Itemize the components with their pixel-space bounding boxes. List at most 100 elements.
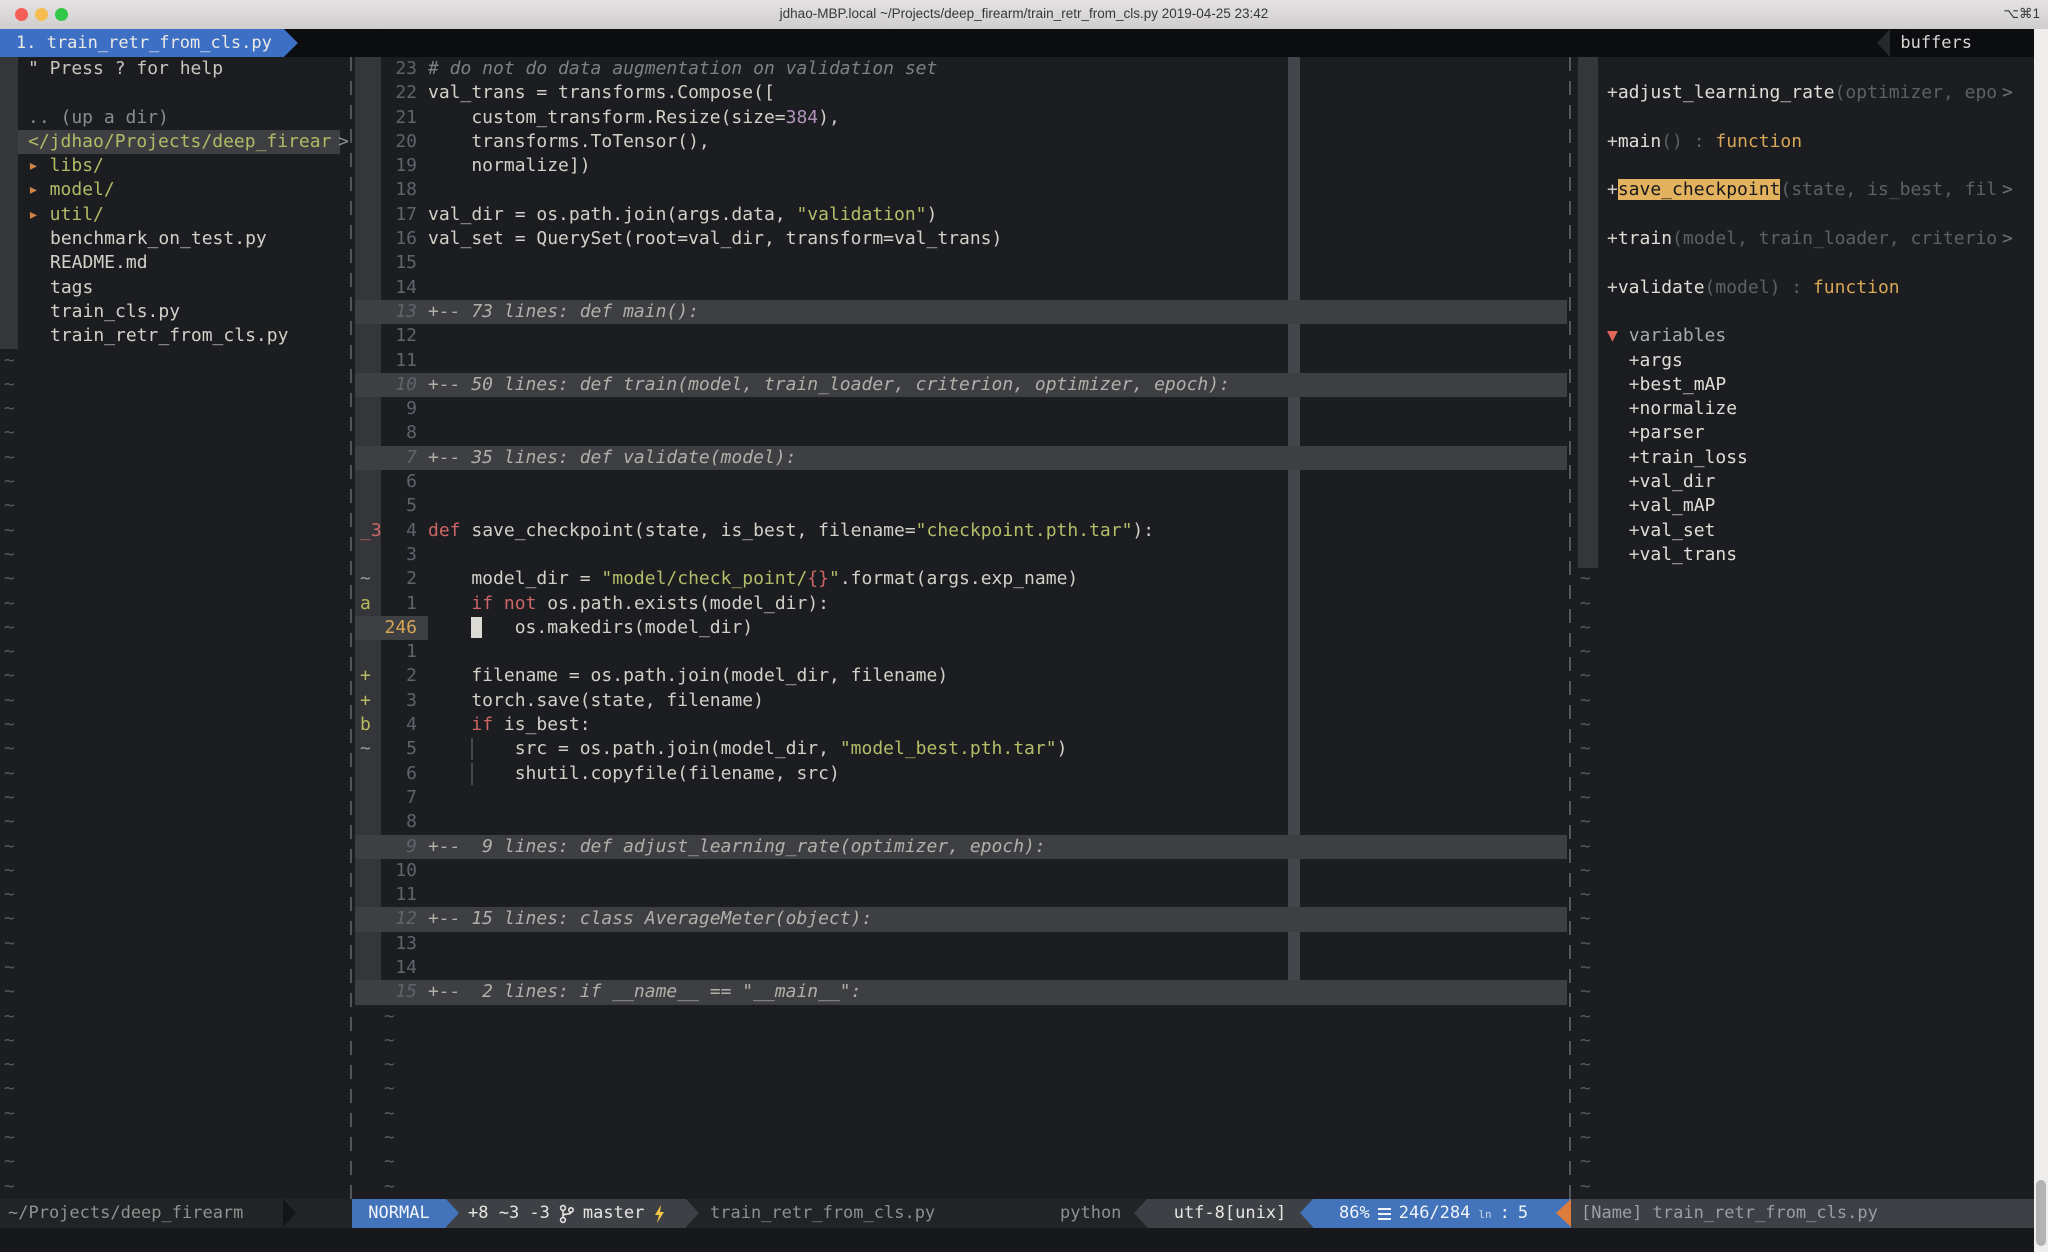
tag-entry[interactable]: +args: [1575, 349, 2034, 373]
statusline-filetype: python: [1060, 1199, 1121, 1228]
tag-entry[interactable]: +train(model, train_loader, criterio>: [1575, 227, 2034, 251]
tree-item-dir[interactable]: ▸ model/: [0, 178, 352, 202]
fold-text[interactable]: +-- 73 lines: def main():: [428, 301, 699, 322]
code-line[interactable]: ~2 model_dir = "model/check_point/{}".fo…: [355, 567, 1567, 591]
fold-line[interactable]: 10+-- 50 lines: def train(model, train_l…: [355, 373, 1567, 397]
gutter-sign: _3: [355, 519, 381, 543]
tree-item-dir[interactable]: ▸ util/: [0, 203, 352, 227]
code-line[interactable]: 10: [355, 859, 1567, 883]
code-line[interactable]: 16val_set = QuerySet(root=val_dir, trans…: [355, 227, 1567, 251]
fold-line[interactable]: 9+-- 9 lines: def adjust_learning_rate(o…: [355, 835, 1567, 859]
tab-train-retr-from-cls[interactable]: 1. train_retr_from_cls.py: [0, 29, 298, 57]
editor-panel[interactable]: 23# do not do data augmentation on valid…: [355, 57, 1567, 1199]
line-number: 2: [381, 567, 417, 591]
code-line[interactable]: 19 normalize]): [355, 154, 1567, 178]
tree-item-file[interactable]: train_cls.py: [0, 300, 352, 324]
line-number: 15: [381, 980, 417, 1004]
tree-empty-line: ~: [0, 349, 352, 373]
code-line[interactable]: 20 transforms.ToTensor(),: [355, 130, 1567, 154]
tree-item-file[interactable]: README.md: [0, 251, 352, 275]
tag-entry[interactable]: +normalize: [1575, 397, 2034, 421]
fold-text[interactable]: +-- 50 lines: def train(model, train_loa…: [428, 374, 1230, 395]
code-line[interactable]: 12: [355, 324, 1567, 348]
fold-line[interactable]: 15 +-- 2 lines: if __name__ == "__main__"…: [355, 980, 1567, 1004]
code-line[interactable]: b4 if is_best:: [355, 713, 1567, 737]
code-line[interactable]: 21 custom_transform.Resize(size=384),: [355, 106, 1567, 130]
code-line[interactable]: 246 os.makedirs(model_dir): [355, 616, 1567, 640]
tag-entry[interactable]: +parser: [1575, 421, 2034, 445]
tree-item-dir[interactable]: ▸ libs/: [0, 154, 352, 178]
tree-item-up[interactable]: .. (up a dir): [0, 106, 352, 130]
code-line[interactable]: 6 shutil.copyfile(filename, src): [355, 762, 1567, 786]
tagbar-empty-line: ~: [1575, 762, 2034, 786]
tag-entry[interactable]: ▼ variables: [1575, 324, 2034, 348]
code-line[interactable]: 8: [355, 421, 1567, 445]
code-line[interactable]: a1 if not os.path.exists(model_dir):: [355, 592, 1567, 616]
tag-entry[interactable]: +validate(model) : function: [1575, 276, 2034, 300]
fold-text[interactable]: +-- 15 lines: class AverageMeter(object)…: [428, 908, 872, 929]
code-line[interactable]: 22val_trans = transforms.Compose([: [355, 81, 1567, 105]
scrollbar-track[interactable]: [2034, 29, 2048, 1252]
tag-entry[interactable]: +val_dir: [1575, 470, 2034, 494]
fold-text[interactable]: +-- 35 lines: def validate(model):: [428, 447, 796, 468]
fold-text[interactable]: +-- 2 lines: if __name__ == "__main__":: [428, 981, 861, 1002]
powerline-arrow-left-icon: [1300, 1199, 1313, 1227]
truncation-marker: >: [2002, 227, 2013, 251]
tag-entry[interactable]: +adjust_learning_rate(optimizer, epo>: [1575, 81, 2034, 105]
tree-item-file[interactable]: train_retr_from_cls.py: [0, 324, 352, 348]
tag-entry[interactable]: +val_set: [1575, 519, 2034, 543]
tree-empty-line: ~: [0, 1077, 352, 1101]
collapse-triangle-icon[interactable]: ▼: [1607, 325, 1629, 346]
code-line[interactable]: 14: [355, 956, 1567, 980]
code-line[interactable]: _34def save_checkpoint(state, is_best, f…: [355, 519, 1567, 543]
fold-line[interactable]: 7+-- 35 lines: def validate(model):: [355, 446, 1567, 470]
code-line[interactable]: 17val_dir = os.path.join(args.data, "val…: [355, 203, 1567, 227]
window-separator-right[interactable]: [1569, 57, 1571, 1199]
code-line[interactable]: 3: [355, 543, 1567, 567]
code-line[interactable]: 1: [355, 640, 1567, 664]
code-line[interactable]: 9: [355, 397, 1567, 421]
tagbar-empty-line: ~: [1575, 907, 2034, 931]
scrollbar-thumb[interactable]: [2036, 1180, 2046, 1246]
code-line[interactable]: 23# do not do data augmentation on valid…: [355, 57, 1567, 81]
window-separator-left[interactable]: [350, 57, 352, 1199]
code-line[interactable]: 5: [355, 494, 1567, 518]
tree-item-file[interactable]: tags: [0, 276, 352, 300]
tag-entry[interactable]: +best_mAP: [1575, 373, 2034, 397]
code-line[interactable]: 8: [355, 810, 1567, 834]
line-number: 6: [381, 762, 417, 786]
tree-item-root[interactable]: </jdhao/Projects/deep_firear>: [0, 130, 352, 154]
code-line[interactable]: 15: [355, 251, 1567, 275]
code-line[interactable]: 18: [355, 178, 1567, 202]
fold-text[interactable]: +-- 9 lines: def adjust_learning_rate(op…: [428, 836, 1046, 857]
code-line[interactable]: ~5 src = os.path.join(model_dir, "model_…: [355, 737, 1567, 761]
gutter-sign-empty: [355, 762, 381, 786]
tag-entry[interactable]: +save_checkpoint(state, is_best, fil>: [1575, 178, 2034, 202]
fold-line[interactable]: 12+-- 15 lines: class AverageMeter(objec…: [355, 907, 1567, 931]
fold-line[interactable]: 13+-- 73 lines: def main():: [355, 300, 1567, 324]
tag-entry[interactable]: +val_mAP: [1575, 494, 2034, 518]
tag-entry[interactable]: +val_trans: [1575, 543, 2034, 567]
tree-item-file[interactable]: benchmark_on_test.py: [0, 227, 352, 251]
editor-empty-line: ~: [355, 1029, 1567, 1053]
code-line[interactable]: 13: [355, 932, 1567, 956]
tag-entry[interactable]: +train_loss: [1575, 446, 2034, 470]
code-line[interactable]: 7: [355, 786, 1567, 810]
line-number: 22: [381, 81, 417, 105]
gutter-sign-empty: [355, 859, 381, 883]
gutter-sign-empty: [355, 470, 381, 494]
tagbar-empty-line: ~: [1575, 592, 2034, 616]
code-line[interactable]: +2 filename = os.path.join(model_dir, fi…: [355, 664, 1567, 688]
line-number: 23: [381, 57, 417, 81]
code-line[interactable]: 11: [355, 349, 1567, 373]
code-line[interactable]: 11: [355, 883, 1567, 907]
code-line[interactable]: 14: [355, 276, 1567, 300]
buffers-indicator[interactable]: buffers: [1877, 29, 1972, 57]
tree-empty-line: ~: [0, 373, 352, 397]
code-line[interactable]: +3 torch.save(state, filename): [355, 689, 1567, 713]
truncation-marker: >: [2002, 178, 2013, 202]
tag-entry[interactable]: +main() : function: [1575, 130, 2034, 154]
tagbar-empty-line: ~: [1575, 1029, 2034, 1053]
code-line[interactable]: 6: [355, 470, 1567, 494]
tagbar-empty-line: ~: [1575, 1053, 2034, 1077]
